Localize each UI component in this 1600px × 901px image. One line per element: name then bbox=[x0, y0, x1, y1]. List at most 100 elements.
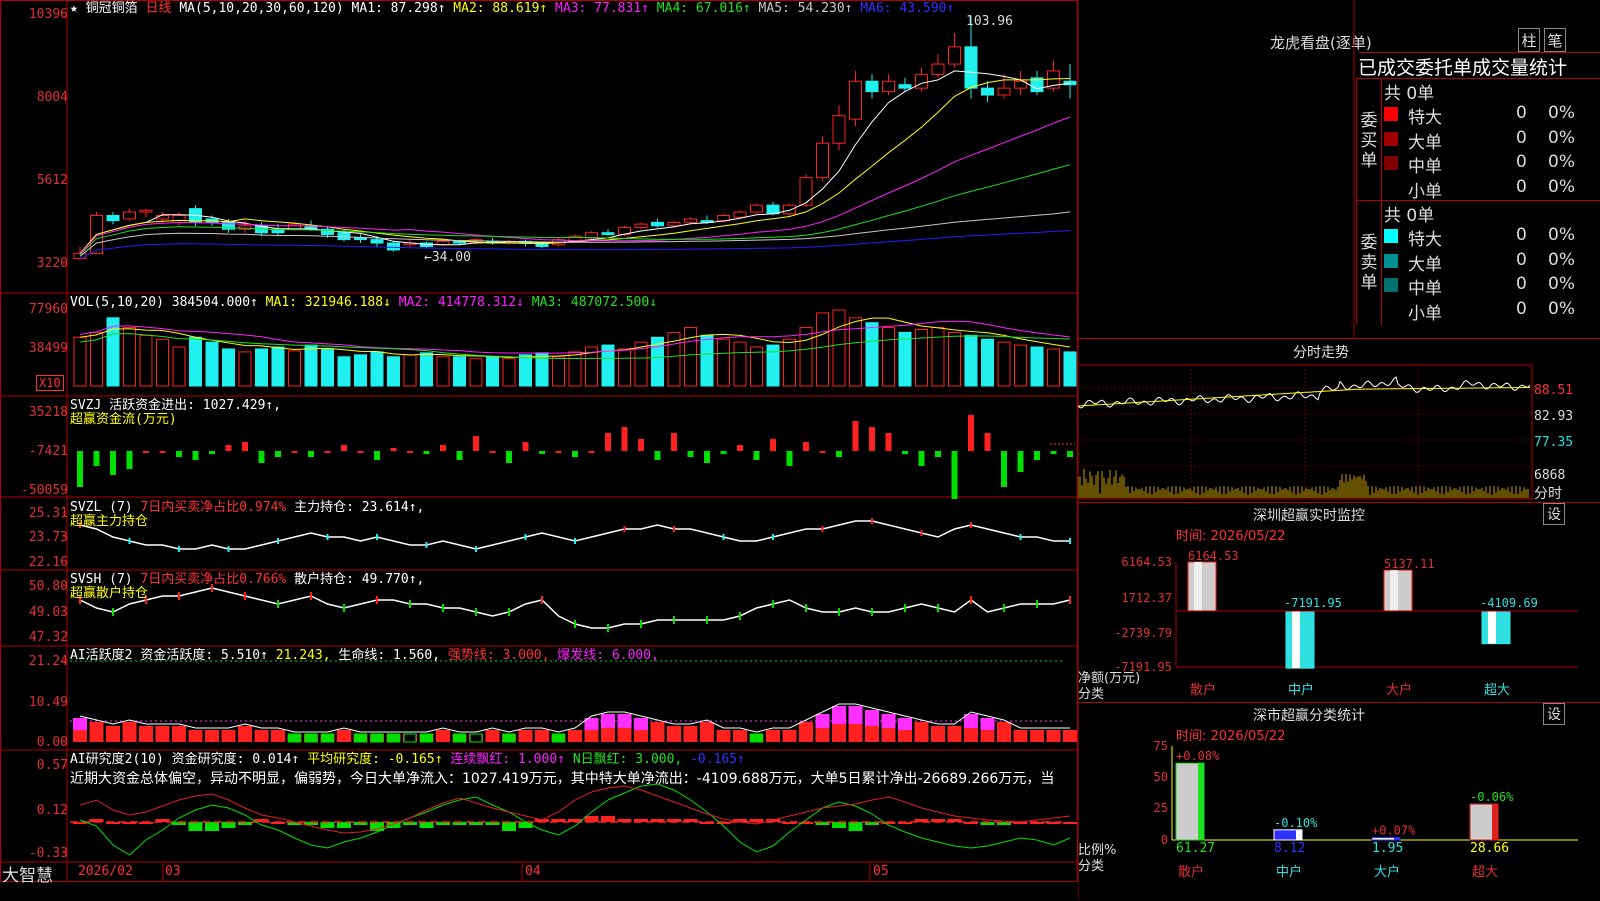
volume-bar bbox=[321, 348, 334, 387]
candle-body bbox=[667, 221, 681, 227]
svsh-tick bbox=[442, 604, 444, 612]
svsh-tick bbox=[343, 604, 345, 612]
volume-bar bbox=[1014, 344, 1027, 387]
sz-monitor-category: 超大 bbox=[1484, 683, 1510, 698]
volume-bar bbox=[552, 356, 565, 387]
volume-bar bbox=[205, 341, 219, 387]
ai3-c: 连续飘红: 1.000↑ bbox=[450, 752, 565, 767]
flow-bar bbox=[770, 439, 776, 451]
period-label[interactable]: 日线 bbox=[146, 1, 172, 16]
flow-bar bbox=[869, 427, 875, 451]
svzl-ytick: 23.73 bbox=[28, 530, 68, 545]
svsh-tick bbox=[1069, 596, 1071, 604]
flow-bar bbox=[605, 433, 611, 451]
vol-ma3: MA3: 487072.500↓ bbox=[531, 295, 658, 310]
ma-line bbox=[79, 116, 1071, 255]
vol-ytick: 38499 bbox=[28, 341, 68, 356]
flow-bar bbox=[357, 451, 364, 453]
ma6-value: MA6: 43.590↑ bbox=[860, 1, 955, 16]
star-icon[interactable]: ★ bbox=[70, 1, 78, 16]
svzl-ytick: 22.16 bbox=[28, 555, 68, 570]
svsh-subtitle: 超赢散户持仓 bbox=[70, 586, 149, 601]
main-ytick: 10396 bbox=[28, 7, 68, 22]
svzl-tick bbox=[227, 546, 230, 552]
candle-body bbox=[123, 211, 136, 220]
flow-bar bbox=[654, 451, 661, 460]
volume-bar bbox=[931, 327, 945, 387]
svsh-tick bbox=[937, 604, 939, 612]
svsh-tick bbox=[871, 608, 873, 616]
svzj-ytick: -7421 bbox=[28, 444, 68, 459]
activity-bar bbox=[188, 730, 203, 742]
volume-bar bbox=[172, 346, 186, 387]
activity-low-box bbox=[370, 733, 384, 743]
volume-bar bbox=[783, 338, 796, 387]
svzl-header: SVZL (7) 7日内买卖净占比0.974% 主力持仓: 23.614↑, bbox=[70, 500, 424, 515]
vol-label: VOL(5,10,20) bbox=[70, 295, 164, 310]
volume-bar bbox=[799, 327, 813, 387]
research-bar bbox=[518, 822, 533, 828]
sz-class-ytick: 75 bbox=[1154, 739, 1168, 753]
high-price-label: 103.96 bbox=[966, 14, 1013, 29]
sz-class-pct: +0.08% bbox=[1176, 749, 1220, 763]
flow-bar bbox=[77, 451, 83, 487]
activity-bar bbox=[89, 722, 104, 742]
flow-bar bbox=[258, 451, 265, 463]
candle-body bbox=[931, 63, 945, 75]
flow-bar bbox=[390, 448, 397, 451]
flow-bar bbox=[110, 451, 116, 475]
right-charts-svg: 6164.53 1712.37 -2739.79 -7191.95 6164.53 散户 -… bbox=[1078, 0, 1578, 900]
svzj-title: 活跃资金进出: 1027.429↑, bbox=[109, 398, 282, 413]
research-bar bbox=[320, 822, 335, 828]
candle-body bbox=[948, 46, 961, 65]
svsh-tick bbox=[904, 604, 906, 612]
activity-low-box bbox=[420, 733, 433, 743]
flow-bar bbox=[539, 451, 545, 454]
activity-bar bbox=[139, 726, 153, 742]
sz-class-category: 大户 bbox=[1374, 864, 1400, 880]
svzl-tick bbox=[475, 546, 477, 552]
svzl-subtitle: 超赢主力持仓 bbox=[70, 514, 149, 529]
ai2-a: 资金活跃度: 5.510↑ bbox=[140, 648, 268, 663]
ai3-e: -0.165↑ bbox=[690, 752, 745, 767]
svzl-tick bbox=[920, 530, 923, 536]
candle-body bbox=[783, 204, 796, 215]
svzj-ytick: -50059 bbox=[21, 483, 68, 498]
ai3-label: AI研究度2(10) bbox=[70, 752, 164, 767]
flow-bar bbox=[885, 433, 892, 451]
research-bar bbox=[221, 822, 236, 828]
volume-bar bbox=[123, 327, 136, 387]
activity-bar bbox=[997, 722, 1011, 742]
sz-class-value: 61.27 bbox=[1176, 841, 1215, 856]
ma4-value: MA4: 67.016↑ bbox=[656, 1, 751, 16]
svsh-hold: 散户持仓: 49.770↑, bbox=[294, 572, 425, 587]
flow-bar bbox=[555, 451, 562, 453]
vol-header: VOL(5,10,20) 384504.000↑ MA1: 321946.188… bbox=[70, 295, 657, 310]
research-bar bbox=[601, 816, 615, 822]
stock-name: 铜冠铜箔 bbox=[85, 1, 138, 16]
svzl-tick bbox=[326, 534, 329, 540]
svsh-ytick: 49.03 bbox=[28, 605, 68, 620]
svsh-tick bbox=[178, 592, 180, 600]
low-price-label: ←34.00 bbox=[424, 250, 471, 265]
svsh-tick bbox=[838, 608, 840, 616]
volume-bar bbox=[832, 309, 846, 387]
flow-bar bbox=[836, 451, 842, 457]
ai2-c: 生命线: 1.560, bbox=[338, 648, 441, 663]
svsh-ytick: 47.32 bbox=[28, 630, 68, 645]
flow-bar bbox=[687, 451, 694, 457]
flow-bar bbox=[588, 451, 595, 453]
flow-bar bbox=[704, 451, 710, 463]
svsh-tick bbox=[244, 592, 246, 600]
activity-bar bbox=[700, 722, 714, 742]
svsh-ratio: 7日内买卖净占比0.766% bbox=[140, 572, 287, 587]
volume-bar bbox=[354, 354, 367, 387]
candle-body bbox=[750, 204, 763, 213]
flow-bar bbox=[176, 451, 182, 457]
svzl-tick bbox=[772, 534, 774, 540]
sz-monitor-ytick: 1712.37 bbox=[1121, 591, 1172, 605]
research-bar bbox=[188, 822, 203, 831]
candle-body bbox=[684, 218, 697, 223]
sz-class-bar-edge bbox=[1198, 763, 1204, 840]
vol-ma2: MA2: 414778.312↓ bbox=[398, 295, 524, 310]
